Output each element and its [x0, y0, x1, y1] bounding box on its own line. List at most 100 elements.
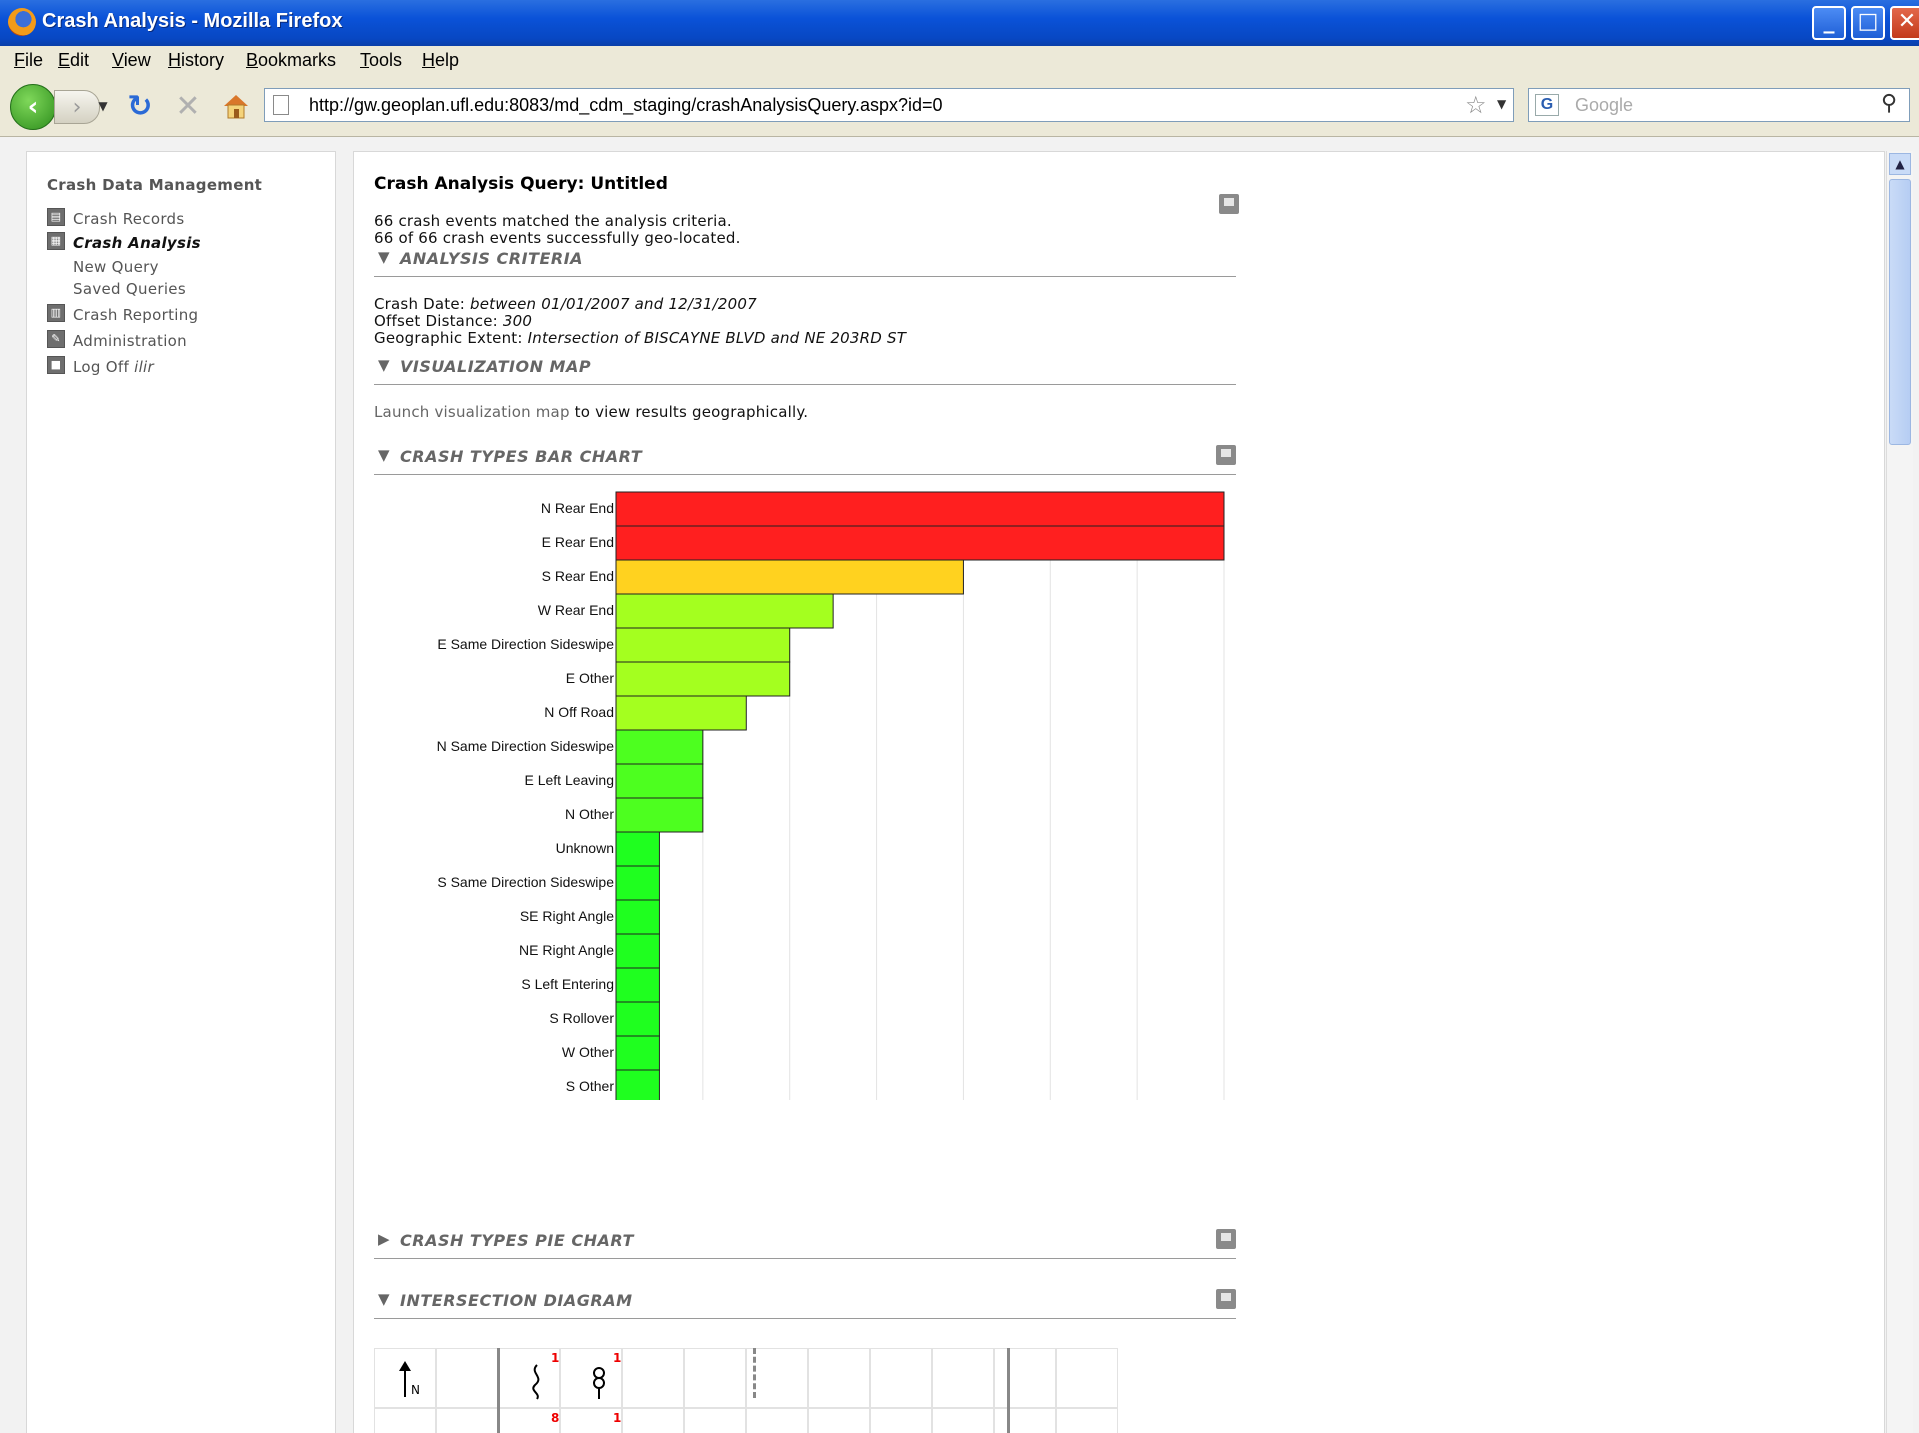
sidebar-item-crash-records[interactable]: ▤ Crash Records	[27, 208, 327, 230]
bar	[615, 865, 660, 901]
diagram-cell	[808, 1408, 870, 1433]
bookmark-star-icon[interactable]: ☆	[1465, 91, 1487, 119]
menu-tools[interactable]: Tools	[360, 50, 402, 71]
crash-path-icon	[593, 1367, 605, 1399]
search-icon[interactable]: ⚲	[1881, 91, 1897, 116]
category-label: W Other	[561, 1044, 614, 1060]
collapse-triangle-icon[interactable]: ▼	[378, 356, 390, 374]
bar	[615, 933, 660, 969]
back-arrow-icon[interactable]: ‹	[10, 84, 56, 130]
close-window-button[interactable]: ✕	[1890, 6, 1919, 40]
collapse-triangle-icon[interactable]: ▼	[378, 1290, 390, 1308]
diagram-cell	[808, 1348, 870, 1408]
section-title: INTERSECTION DIAGRAM	[400, 1291, 633, 1310]
wrench-icon: ✎	[47, 330, 65, 348]
expand-triangle-icon[interactable]: ▶	[378, 1230, 390, 1248]
sidebar-item-crash-reporting[interactable]: ▥ Crash Reporting	[27, 304, 327, 326]
forward-arrow-icon[interactable]: ›	[54, 90, 100, 124]
section-analysis-criteria[interactable]: ▼ ANALYSIS CRITERIA	[374, 248, 1236, 277]
category-label: E Other	[565, 670, 614, 686]
road-edge-line	[497, 1348, 500, 1433]
category-label: E Left Leaving	[524, 772, 614, 788]
bar	[615, 1001, 660, 1037]
crash-count-badge: 8	[551, 1411, 560, 1425]
diagram-cell	[436, 1408, 498, 1433]
section-bar-chart[interactable]: ▼ CRASH TYPES BAR CHART	[374, 445, 1236, 475]
sidebar-item-crash-analysis[interactable]: ▦ Crash Analysis	[27, 232, 327, 254]
criteria-offset-label: Offset Distance:	[374, 312, 498, 330]
bar	[615, 967, 660, 1003]
criteria-offset: Offset Distance: 300	[374, 312, 532, 330]
bar-chart-icon: ▥	[47, 304, 65, 322]
menu-file[interactable]: File	[14, 50, 43, 71]
bar-chart-svg: 2468101214	[615, 491, 1232, 1124]
launch-map-link[interactable]: Launch visualization map	[374, 403, 570, 421]
history-dropdown-icon[interactable]: ▼	[96, 94, 110, 118]
sidebar-item-label: Administration	[73, 332, 187, 350]
sidebar-item-label: Crash Records	[73, 210, 185, 228]
url-dropdown-icon[interactable]: ▼	[1497, 97, 1506, 111]
vertical-scrollbar[interactable]: ▲	[1886, 151, 1913, 1433]
print-chart-icon[interactable]	[1216, 1229, 1236, 1249]
sidebar-item-administration[interactable]: ✎ Administration	[27, 330, 327, 352]
menu-history[interactable]: History	[168, 50, 224, 71]
bar	[615, 729, 704, 765]
collapse-triangle-icon[interactable]: ▼	[378, 248, 390, 266]
diagram-cell	[994, 1348, 1056, 1408]
criteria-extent-value: Intersection of BISCAYNE BLVD and NE 203…	[527, 329, 907, 347]
summary-matched: 66 crash events matched the analysis cri…	[374, 212, 732, 230]
page-viewport: Crash Data Management ▤ Crash Records ▦ …	[0, 137, 1919, 1433]
menu-bookmarks[interactable]: Bookmarks	[246, 50, 336, 71]
diagram-cell	[622, 1408, 684, 1433]
stop-icon[interactable]: ✕	[170, 88, 206, 124]
crash-count-badge: 1	[613, 1351, 622, 1365]
north-label: N	[411, 1383, 420, 1397]
diagram-cell: 1	[560, 1348, 622, 1408]
print-icon[interactable]	[1219, 194, 1239, 214]
url-text[interactable]: http://gw.geoplan.ufl.edu:8083/md_cdm_st…	[309, 95, 943, 116]
scroll-thumb[interactable]	[1889, 179, 1911, 445]
menu-help[interactable]: Help	[422, 50, 459, 71]
section-intersection-diagram[interactable]: ▼ INTERSECTION DIAGRAM	[374, 1289, 1236, 1319]
diagram-cell	[684, 1348, 746, 1408]
menu-edit[interactable]: Edit	[58, 50, 89, 71]
summary-geolocated: 66 of 66 crash events successfully geo-l…	[374, 229, 741, 247]
sidebar-item-label: Log Off	[73, 358, 130, 376]
sidebar-item-label: Crash Reporting	[73, 306, 199, 324]
firefox-logo-icon	[8, 8, 36, 36]
search-bar[interactable]: G Google ⚲	[1528, 88, 1910, 122]
criteria-date: Crash Date: between 01/01/2007 and 12/31…	[374, 295, 757, 313]
sidebar-item-saved-queries[interactable]: Saved Queries	[73, 280, 186, 298]
address-bar[interactable]: http://gw.geoplan.ufl.edu:8083/md_cdm_st…	[264, 88, 1514, 122]
collapse-triangle-icon[interactable]: ▼	[378, 446, 390, 464]
criteria-date-value: between 01/01/2007 and 12/31/2007	[470, 295, 757, 313]
sidebar-item-log-off[interactable]: ■ Log Off ilir	[27, 356, 327, 378]
logoff-icon: ■	[47, 356, 65, 374]
diagram-cell	[1056, 1408, 1118, 1433]
category-label: S Left Entering	[521, 976, 614, 992]
section-title: CRASH TYPES PIE CHART	[400, 1231, 634, 1250]
print-chart-icon[interactable]	[1216, 1289, 1236, 1309]
window-title: Crash Analysis - Mozilla Firefox	[42, 10, 343, 32]
diagram-cell	[994, 1408, 1056, 1433]
search-engine-icon[interactable]: G	[1535, 94, 1559, 116]
maximize-button[interactable]: □	[1851, 6, 1885, 40]
criteria-offset-value: 300	[502, 312, 533, 330]
intersection-diagram: N 1 1 8 1	[374, 1348, 1138, 1433]
section-pie-chart[interactable]: ▶ CRASH TYPES PIE CHART	[374, 1229, 1236, 1259]
diagram-cell	[932, 1348, 994, 1408]
print-chart-icon[interactable]	[1216, 445, 1236, 465]
north-arrow-cell: N	[374, 1348, 436, 1408]
scroll-up-icon[interactable]: ▲	[1889, 153, 1911, 175]
search-input[interactable]: Google	[1575, 95, 1633, 116]
section-visualization-map[interactable]: ▼ VISUALIZATION MAP	[374, 356, 1236, 385]
reload-icon[interactable]: ↻	[122, 88, 158, 124]
criteria-extent-label: Geographic Extent:	[374, 329, 523, 347]
home-icon[interactable]	[218, 88, 254, 124]
diagram-cell	[870, 1348, 932, 1408]
page-icon	[273, 95, 289, 115]
sidebar-item-new-query[interactable]: New Query	[73, 258, 159, 276]
section-title: VISUALIZATION MAP	[400, 357, 592, 376]
menu-view[interactable]: View	[112, 50, 151, 71]
minimize-button[interactable]: _	[1812, 6, 1846, 40]
